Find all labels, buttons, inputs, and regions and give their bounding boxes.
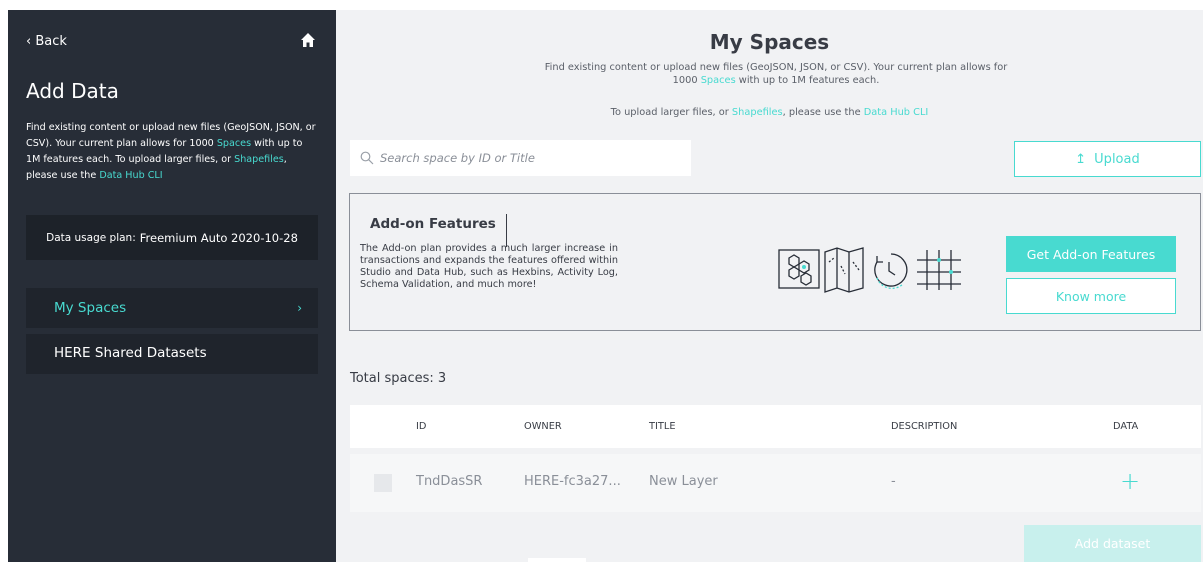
bottom-tab-indicator <box>528 558 586 562</box>
data-hub-cli-link[interactable]: Data Hub CLI <box>864 107 929 118</box>
desc-text: with up to 1M features each. <box>735 75 880 86</box>
upload-label: Upload <box>1094 151 1140 167</box>
desc-text: To upload larger files, or <box>610 107 732 118</box>
cell-description: - <box>891 474 896 489</box>
desc-text: , please use the <box>782 107 864 118</box>
hexbin-icon <box>778 249 820 289</box>
map-icon <box>824 247 864 293</box>
data-hub-cli-link[interactable]: Data Hub CLI <box>99 170 162 181</box>
search-icon <box>360 151 374 165</box>
sidebar-item-label: HERE Shared Datasets <box>54 345 207 361</box>
main-panel: My Spaces Find existing content or uploa… <box>336 10 1203 562</box>
sidebar-item-here-shared-datasets[interactable]: HERE Shared Datasets <box>26 334 318 374</box>
column-header-description[interactable]: DESCRIPTION <box>891 421 957 432</box>
data-usage-plan: Data usage plan: Freemium Auto 2020-10-2… <box>26 215 318 260</box>
plan-label: Data usage plan: <box>46 231 136 244</box>
chevron-right-icon: › <box>297 301 302 315</box>
upload-button[interactable]: ↥ Upload <box>1014 141 1201 177</box>
get-addon-features-button[interactable]: Get Add-on Features <box>1006 236 1176 272</box>
spaces-link[interactable]: Spaces <box>217 138 251 149</box>
add-data-plus-icon[interactable]: + <box>1120 467 1140 495</box>
addon-features-illustration <box>778 247 961 293</box>
upload-icon: ↥ <box>1075 151 1087 167</box>
table-header: ID OWNER TITLE DESCRIPTION DATA <box>350 405 1201 448</box>
addon-features-panel: Add-on Features The Add-on plan provides… <box>349 193 1201 331</box>
column-header-id[interactable]: ID <box>416 421 426 432</box>
cell-owner: HERE-fc3a27... <box>524 474 621 489</box>
sidebar-item-label: My Spaces <box>54 300 127 316</box>
shapefiles-link[interactable]: Shapefiles <box>732 107 783 118</box>
cell-id: TndDasSR <box>416 474 483 489</box>
cell-title: New Layer <box>649 474 718 489</box>
add-dataset-button[interactable]: Add dataset <box>1024 525 1201 562</box>
sidebar-title: Add Data <box>26 79 119 103</box>
home-icon[interactable] <box>300 32 316 48</box>
sidebar-item-my-spaces[interactable]: My Spaces › <box>26 288 318 328</box>
row-checkbox[interactable] <box>374 474 392 492</box>
page-description-cli: To upload larger files, or Shapefiles, p… <box>336 107 1203 118</box>
total-spaces-label: Total spaces: 3 <box>350 371 447 386</box>
grid-icon <box>917 250 961 290</box>
column-header-data[interactable]: DATA <box>1113 421 1138 432</box>
spaces-link[interactable]: Spaces <box>701 75 736 86</box>
search-box[interactable] <box>350 140 691 176</box>
table-row[interactable]: TndDasSR HERE-fc3a27... New Layer - + <box>350 454 1201 512</box>
spaces-table: ID OWNER TITLE DESCRIPTION DATA TndDasSR… <box>350 405 1201 512</box>
sidebar: ‹ Back Add Data Find existing content or… <box>8 10 336 562</box>
addon-description: The Add-on plan provides a much larger i… <box>360 243 618 290</box>
page-title: My Spaces <box>709 30 830 54</box>
column-header-title[interactable]: TITLE <box>649 421 676 432</box>
chevron-left-icon: ‹ <box>26 34 32 49</box>
back-link[interactable]: ‹ Back <box>26 34 67 49</box>
search-input[interactable] <box>380 151 680 165</box>
sidebar-description: Find existing content or upload new file… <box>26 120 318 184</box>
column-header-owner[interactable]: OWNER <box>524 421 562 432</box>
page-description: Find existing content or upload new file… <box>536 61 1016 87</box>
plan-value: Freemium Auto 2020-10-28 <box>139 230 298 245</box>
activity-log-icon <box>874 253 908 287</box>
know-more-button[interactable]: Know more <box>1006 278 1176 314</box>
shapefiles-link[interactable]: Shapefiles <box>234 154 284 165</box>
back-label: Back <box>35 34 67 49</box>
